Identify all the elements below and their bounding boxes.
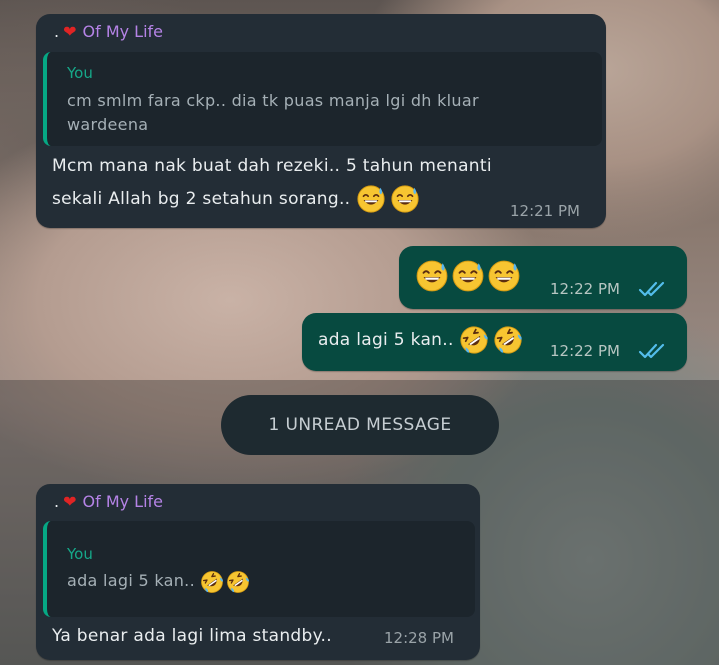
sender-prefix: .: [54, 22, 60, 41]
unread-messages-divider: 1 UNREAD MESSAGE: [221, 395, 499, 455]
heart-icon: ❤: [63, 492, 77, 511]
quoted-text-line1: cm smlm fara ckp.. dia tk puas manja lgi…: [67, 91, 479, 110]
grinning-sweat-emoji: [356, 184, 386, 214]
incoming-message-bubble[interactable]: . ❤ Of My Life You cm smlm fara ckp.. dia …: [36, 14, 606, 228]
sender-prefix: .: [54, 492, 60, 511]
quoted-author: You: [67, 64, 93, 82]
grinning-sweat-emoji: [390, 184, 420, 214]
message-timestamp: 12:22 PM: [550, 342, 620, 360]
quoted-message[interactable]: You ada lagi 5 kan..: [43, 521, 475, 617]
message-timestamp: 12:21 PM: [510, 202, 580, 220]
grinning-sweat-emoji: [487, 259, 521, 293]
quoted-author: You: [67, 545, 93, 563]
quoted-text: ada lagi 5 kan..: [67, 569, 252, 594]
rolling-laugh-emoji: [493, 325, 523, 355]
sender-header: . ❤ Of My Life: [54, 492, 163, 511]
grinning-sweat-emoji: [451, 259, 485, 293]
incoming-message-bubble[interactable]: . ❤ Of My Life You ada lagi 5 kan.. Ya ben…: [36, 484, 480, 660]
rolling-laugh-emoji: [200, 570, 224, 594]
rolling-laugh-emoji: [226, 570, 250, 594]
outgoing-message-bubble[interactable]: ada lagi 5 kan.. 12:22 PM: [302, 313, 687, 371]
message-text-line2: sekali Allah bg 2 setahun sorang..: [52, 184, 424, 214]
quoted-text-line2: wardeena: [67, 115, 149, 134]
message-emojis: [415, 259, 523, 293]
message-text-line2-text: sekali Allah bg 2 setahun sorang..: [52, 189, 351, 209]
quoted-text-content: ada lagi 5 kan..: [67, 571, 195, 590]
outgoing-message-bubble[interactable]: 12:22 PM: [399, 246, 687, 309]
sender-name[interactable]: Of My Life: [83, 22, 164, 41]
message-text: ada lagi 5 kan..: [318, 325, 527, 355]
message-text-content: ada lagi 5 kan..: [318, 330, 454, 350]
double-check-icon: [638, 342, 668, 360]
message-timestamp: 12:28 PM: [384, 629, 454, 647]
grinning-sweat-emoji: [415, 259, 449, 293]
quoted-message[interactable]: You cm smlm fara ckp.. dia tk puas manja…: [43, 52, 602, 146]
message-text-line1: Mcm mana nak buat dah rezeki.. 5 tahun m…: [52, 156, 492, 176]
sender-name[interactable]: Of My Life: [83, 492, 164, 511]
sender-header: . ❤ Of My Life: [54, 22, 163, 41]
double-check-icon: [638, 280, 668, 298]
message-timestamp: 12:22 PM: [550, 280, 620, 298]
heart-icon: ❤: [63, 22, 77, 41]
rolling-laugh-emoji: [459, 325, 489, 355]
message-text: Ya benar ada lagi lima standby..: [52, 626, 332, 646]
